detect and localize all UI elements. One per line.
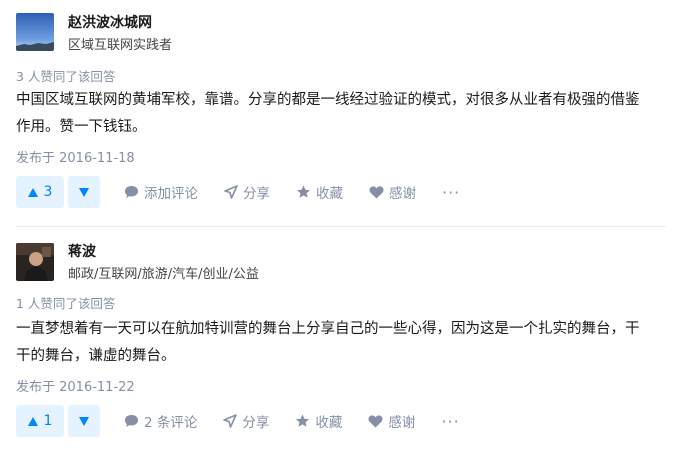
action-bar: 1 2 条评论 分享 收藏 感谢 ··· xyxy=(16,405,460,437)
upvote-button[interactable]: 1 xyxy=(16,405,64,437)
author-name[interactable]: 赵洪波冰城网 xyxy=(68,12,152,32)
comment-icon xyxy=(125,415,138,427)
vote-count: 3 xyxy=(43,184,53,200)
comment-label: 添加评论 xyxy=(144,186,198,202)
content-line: 中国区域互联网的黄埔军校，靠谱。分享的都是一线经过验证的模式，对很多从业者有极强… xyxy=(16,92,640,108)
thanks-label: 感谢 xyxy=(389,186,416,202)
star-icon xyxy=(297,185,310,198)
triangle-up-icon xyxy=(27,187,38,197)
publish-date[interactable]: 发布于 2016-11-18 xyxy=(16,147,135,166)
share-icon xyxy=(224,185,238,199)
author-headline: 区域互联网实践者 xyxy=(68,38,173,53)
share-icon xyxy=(223,414,238,428)
comment-label: 2 条评论 xyxy=(144,415,198,431)
collect-label: 收藏 xyxy=(315,415,343,431)
star-icon xyxy=(296,414,310,427)
more-icon[interactable]: ··· xyxy=(441,412,459,431)
comment-button[interactable]: 2 条评论 xyxy=(124,411,197,431)
share-button[interactable]: 分享 xyxy=(223,411,269,431)
content-line: 干的舞台，谦虚的舞台。 xyxy=(16,348,176,364)
upvote-summary: 3 人赞同了该回答 xyxy=(16,69,116,84)
comment-button[interactable]: 添加评论 xyxy=(124,182,198,202)
triangle-down-icon xyxy=(79,416,89,426)
content-line: 一直梦想着有一天可以在航加特训营的舞台上分享自己的一些心得，因为这是一个扎实的舞… xyxy=(16,321,640,337)
collect-button[interactable]: 收藏 xyxy=(296,182,343,202)
upvote-summary: 1 人赞同了该回答 xyxy=(16,296,116,311)
vote-count: 1 xyxy=(43,413,53,429)
answer-content: 中国区域互联网的黄埔军校，靠谱。分享的都是一线经过验证的模式，对很多从业者有极强… xyxy=(16,87,672,141)
triangle-down-icon xyxy=(79,187,89,197)
downvote-button[interactable] xyxy=(68,176,100,208)
answer-content: 一直梦想着有一天可以在航加特训营的舞台上分享自己的一些心得，因为这是一个扎实的舞… xyxy=(16,316,672,370)
content-line: 作用。赞一下钱钰。 xyxy=(16,119,147,135)
answer-divider xyxy=(16,226,666,227)
collect-button[interactable]: 收藏 xyxy=(295,411,342,431)
upvote-button[interactable]: 3 xyxy=(16,176,64,208)
publish-date[interactable]: 发布于 2016-11-22 xyxy=(16,376,135,395)
comment-icon xyxy=(125,186,138,198)
heart-icon xyxy=(368,414,383,427)
answer-item: 蒋波 邮政/互联网/旅游/汽车/创业/公益 1 人赞同了该回答 一直梦想着有一天… xyxy=(0,230,682,453)
author-name[interactable]: 蒋波 xyxy=(68,241,96,261)
share-button[interactable]: 分享 xyxy=(224,182,270,202)
share-label: 分享 xyxy=(242,415,270,431)
avatar[interactable] xyxy=(16,243,54,281)
answer-item: 赵洪波冰城网 区域互联网实践者 3 人赞同了该回答 中国区域互联网的黄埔军校，靠… xyxy=(0,0,682,226)
collect-label: 收藏 xyxy=(316,186,343,202)
author-headline: 邮政/互联网/旅游/汽车/创业/公益 xyxy=(68,267,259,282)
heart-icon xyxy=(369,185,384,198)
thanks-button[interactable]: 感谢 xyxy=(369,182,416,202)
triangle-up-icon xyxy=(27,416,38,426)
more-icon[interactable]: ··· xyxy=(442,183,460,202)
downvote-button[interactable] xyxy=(68,405,100,437)
action-bar: 3 添加评论 分享 收藏 感谢 ··· xyxy=(16,176,460,208)
thanks-label: 感谢 xyxy=(388,415,416,431)
share-label: 分享 xyxy=(243,186,270,202)
thanks-button[interactable]: 感谢 xyxy=(368,411,415,431)
avatar[interactable] xyxy=(16,13,54,51)
